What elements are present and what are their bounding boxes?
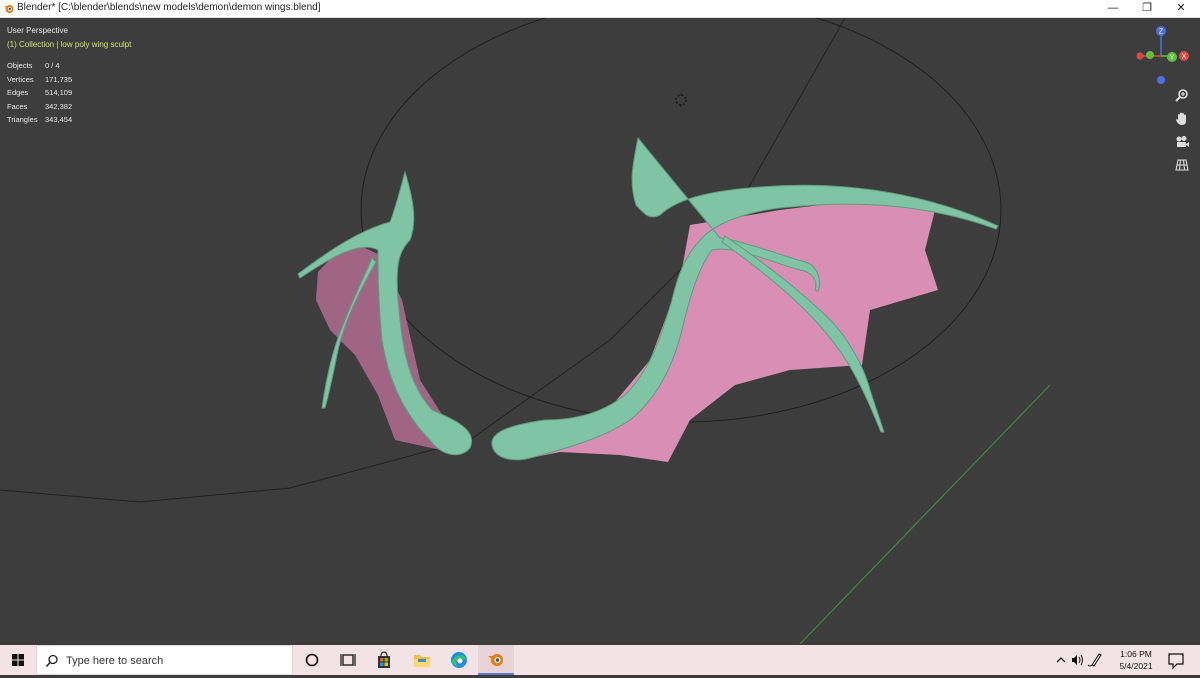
stat-row-triangles: Triangles 343,454: [7, 115, 73, 124]
y-axis-line: [799, 384, 1051, 644]
search-placeholder: Type here to search: [66, 655, 164, 667]
clock-date: 5/4/2021: [1119, 661, 1153, 671]
scene-statistics: Objects 0 / 4 Vertices 171,735 Edges 514,10…: [7, 61, 107, 129]
window-titlebar: Blender* [C:\blender\blends\new models\d…: [0, 0, 1200, 18]
3d-cursor-icon: [675, 93, 687, 107]
view-name-label: User Perspective: [7, 26, 68, 35]
start-button[interactable]: [0, 645, 36, 675]
collection-info-label: (1) Collection | low poly wing sculpt: [7, 40, 132, 49]
stat-row-edges: Edges 514,109: [7, 88, 73, 97]
microsoft-store-icon[interactable]: [366, 645, 402, 675]
taskbar-blender-app[interactable]: [478, 645, 514, 675]
maximize-button[interactable]: ❐: [1130, 0, 1164, 17]
minimize-button[interactable]: —: [1096, 0, 1130, 17]
taskbar-search-box[interactable]: Type here to search: [36, 645, 293, 675]
svg-text:X: X: [1182, 54, 1187, 61]
close-button[interactable]: ✕: [1164, 0, 1198, 17]
navigation-gizmo[interactable]: Z Y X: [1128, 24, 1196, 88]
svg-text:Z: Z: [1159, 29, 1164, 36]
pan-hand-icon[interactable]: [1174, 111, 1190, 127]
stat-row-vertices: Vertices 171,735: [7, 74, 73, 84]
3d-viewport[interactable]: User Perspective (1) Collection | low po…: [0, 18, 1200, 644]
camera-view-icon[interactable]: [1174, 134, 1190, 150]
task-view-icon[interactable]: [330, 645, 366, 675]
window-title: Blender* [C:\blender\blends\new models\d…: [17, 2, 321, 13]
notification-center-icon[interactable]: [1162, 645, 1190, 675]
perspective-grid-icon[interactable]: [1174, 157, 1190, 173]
viewport-scene: [0, 18, 1051, 644]
neg-x-axis-handle[interactable]: [1136, 52, 1144, 60]
svg-text:Y: Y: [1170, 55, 1175, 62]
file-explorer-icon[interactable]: [404, 645, 440, 675]
neg-y-axis-handle[interactable]: [1146, 51, 1154, 59]
pen-input-icon: [1087, 653, 1102, 667]
blender-taskbar-icon: [488, 654, 503, 666]
search-icon: [45, 654, 58, 667]
clock-time: 1:06 PM: [1120, 649, 1152, 659]
stat-row-objects: Objects 0 / 4: [7, 61, 60, 70]
system-clock[interactable]: 1:06 PM 5/4/2021: [1112, 648, 1160, 672]
cortana-icon[interactable]: [294, 645, 330, 675]
zoom-icon[interactable]: [1174, 88, 1190, 104]
windows-logo-icon: [12, 654, 24, 666]
blender-logo-icon: [4, 5, 14, 13]
stat-row-faces: Faces 342,382: [7, 101, 73, 111]
volume-icon: [1072, 654, 1083, 666]
chevron-up-icon: [1056, 657, 1066, 663]
edge-browser-icon[interactable]: [441, 645, 477, 675]
system-tray[interactable]: [1052, 645, 1112, 675]
windows-taskbar: Type here to search 1:06 PM 5/4/2021: [0, 645, 1200, 675]
neg-z-axis-handle[interactable]: [1157, 76, 1165, 84]
